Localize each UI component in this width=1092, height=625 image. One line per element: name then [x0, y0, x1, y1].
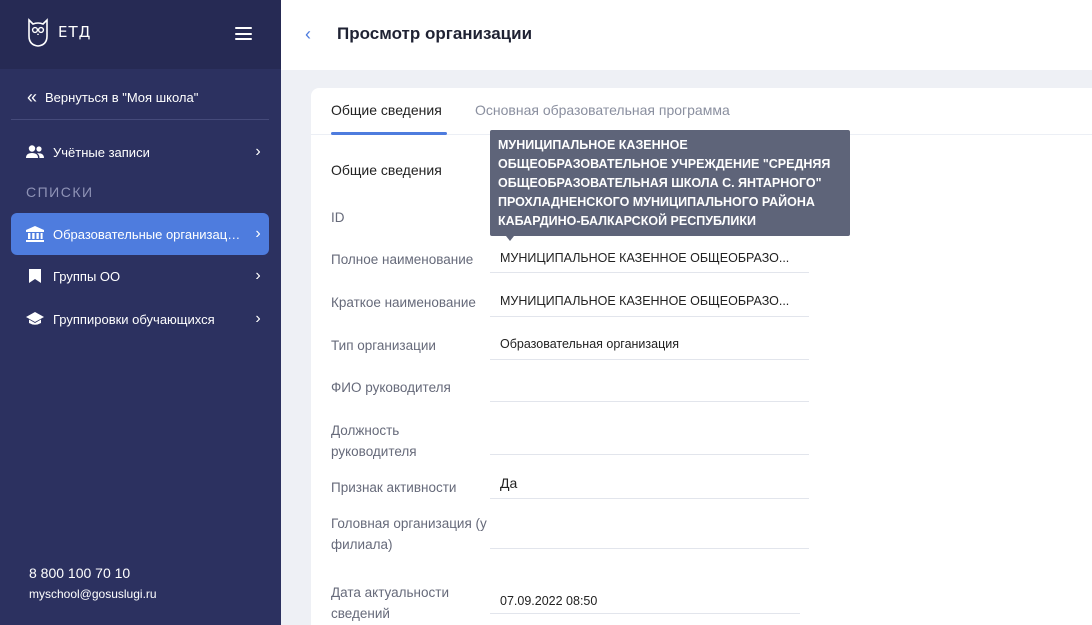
- field-label-org-type: Тип организации: [331, 338, 436, 353]
- graduation-cap-icon: [25, 309, 45, 329]
- tab-general-info[interactable]: Общие сведения: [331, 102, 442, 118]
- field-value-short-name[interactable]: МУНИЦИПАЛЬНОЕ КАЗЕННОЕ ОБЩЕОБРАЗО...: [490, 294, 809, 317]
- full-name-tooltip: МУНИЦИПАЛЬНОЕ КАЗЕННОЕ ОБЩЕОБРАЗОВАТЕЛЬН…: [490, 130, 850, 236]
- sidebar-item-accounts[interactable]: Учётные записи ›: [11, 131, 269, 173]
- field-label-relevance-date: Дата актуальности сведений: [331, 585, 449, 621]
- chevron-right-icon: ›: [255, 267, 261, 284]
- support-email[interactable]: myschool@gosuslugi.ru: [29, 587, 157, 601]
- page-title: Просмотр организации: [337, 24, 533, 43]
- menu-toggle-icon[interactable]: [235, 27, 252, 40]
- sidebar-header: ЕТД: [0, 0, 281, 69]
- sidebar-item-organizations[interactable]: Образовательные организации ›: [11, 213, 269, 255]
- chevron-right-icon: ›: [255, 310, 261, 327]
- active-tab-indicator: [331, 132, 447, 135]
- field-label-full-name: Полное наименование: [331, 252, 474, 267]
- section-heading: Общие сведения: [331, 162, 442, 178]
- chevron-right-icon: ›: [255, 225, 261, 242]
- field-value-director-name: [490, 379, 809, 402]
- sidebar-item-label: Образовательные организации: [53, 226, 242, 242]
- back-link-label: Вернуться в "Моя школа": [45, 89, 199, 105]
- bookmark-icon: [25, 266, 45, 286]
- field-value-head-organization: [490, 526, 809, 549]
- field-label-short-name: Краткое наименование: [331, 295, 476, 310]
- back-to-my-school-link[interactable]: « Вернуться в "Моя школа": [27, 88, 198, 106]
- double-chevron-left-icon: «: [27, 87, 38, 107]
- field-label-director-position: Должность руководителя: [331, 423, 417, 459]
- back-chevron-icon[interactable]: ‹: [305, 24, 311, 45]
- field-value-director-position: [490, 432, 809, 455]
- sidebar-item-groups[interactable]: Группы ОО ›: [11, 255, 269, 297]
- tooltip-arrow: [506, 236, 514, 241]
- tabs: Общие сведения Основная образовательная …: [311, 88, 1092, 135]
- users-icon: [25, 142, 45, 162]
- sidebar-item-label: Группы ОО: [53, 268, 121, 284]
- field-value-active-flag: Да: [490, 475, 809, 499]
- chevron-right-icon: ›: [255, 143, 261, 160]
- logo-text: ЕТД: [58, 23, 92, 41]
- field-label-active-flag: Признак активности: [331, 480, 457, 495]
- sidebar: ЕТД « Вернуться в "Моя школа" Учётные за…: [0, 0, 281, 625]
- sidebar-item-student-groupings[interactable]: Группировки обучающихся ›: [11, 298, 269, 340]
- tab-main-program[interactable]: Основная образовательная программа: [475, 102, 730, 118]
- section-title-lists: СПИСКИ: [26, 184, 94, 200]
- field-value-relevance-date: 07.09.2022 08:50: [490, 594, 800, 614]
- sidebar-item-label: Группировки обучающихся: [53, 311, 215, 327]
- field-label-head-organization: Головная организация (у филиала): [331, 516, 487, 552]
- sidebar-item-label: Учётные записи: [53, 144, 150, 160]
- institution-icon: [25, 224, 45, 244]
- field-value-full-name[interactable]: МУНИЦИПАЛЬНОЕ КАЗЕННОЕ ОБЩЕОБРАЗО...: [490, 251, 809, 273]
- owl-logo-icon: [28, 18, 48, 47]
- sidebar-divider: [11, 119, 269, 120]
- page-header: ‹ Просмотр организации: [281, 0, 1092, 70]
- logo[interactable]: ЕТД: [26, 16, 91, 48]
- support-phone[interactable]: 8 800 100 70 10: [29, 565, 130, 581]
- field-label-director-name: ФИО руководителя: [331, 380, 451, 395]
- field-label-id: ID: [331, 210, 345, 225]
- field-value-org-type: Образовательная организация: [490, 337, 809, 360]
